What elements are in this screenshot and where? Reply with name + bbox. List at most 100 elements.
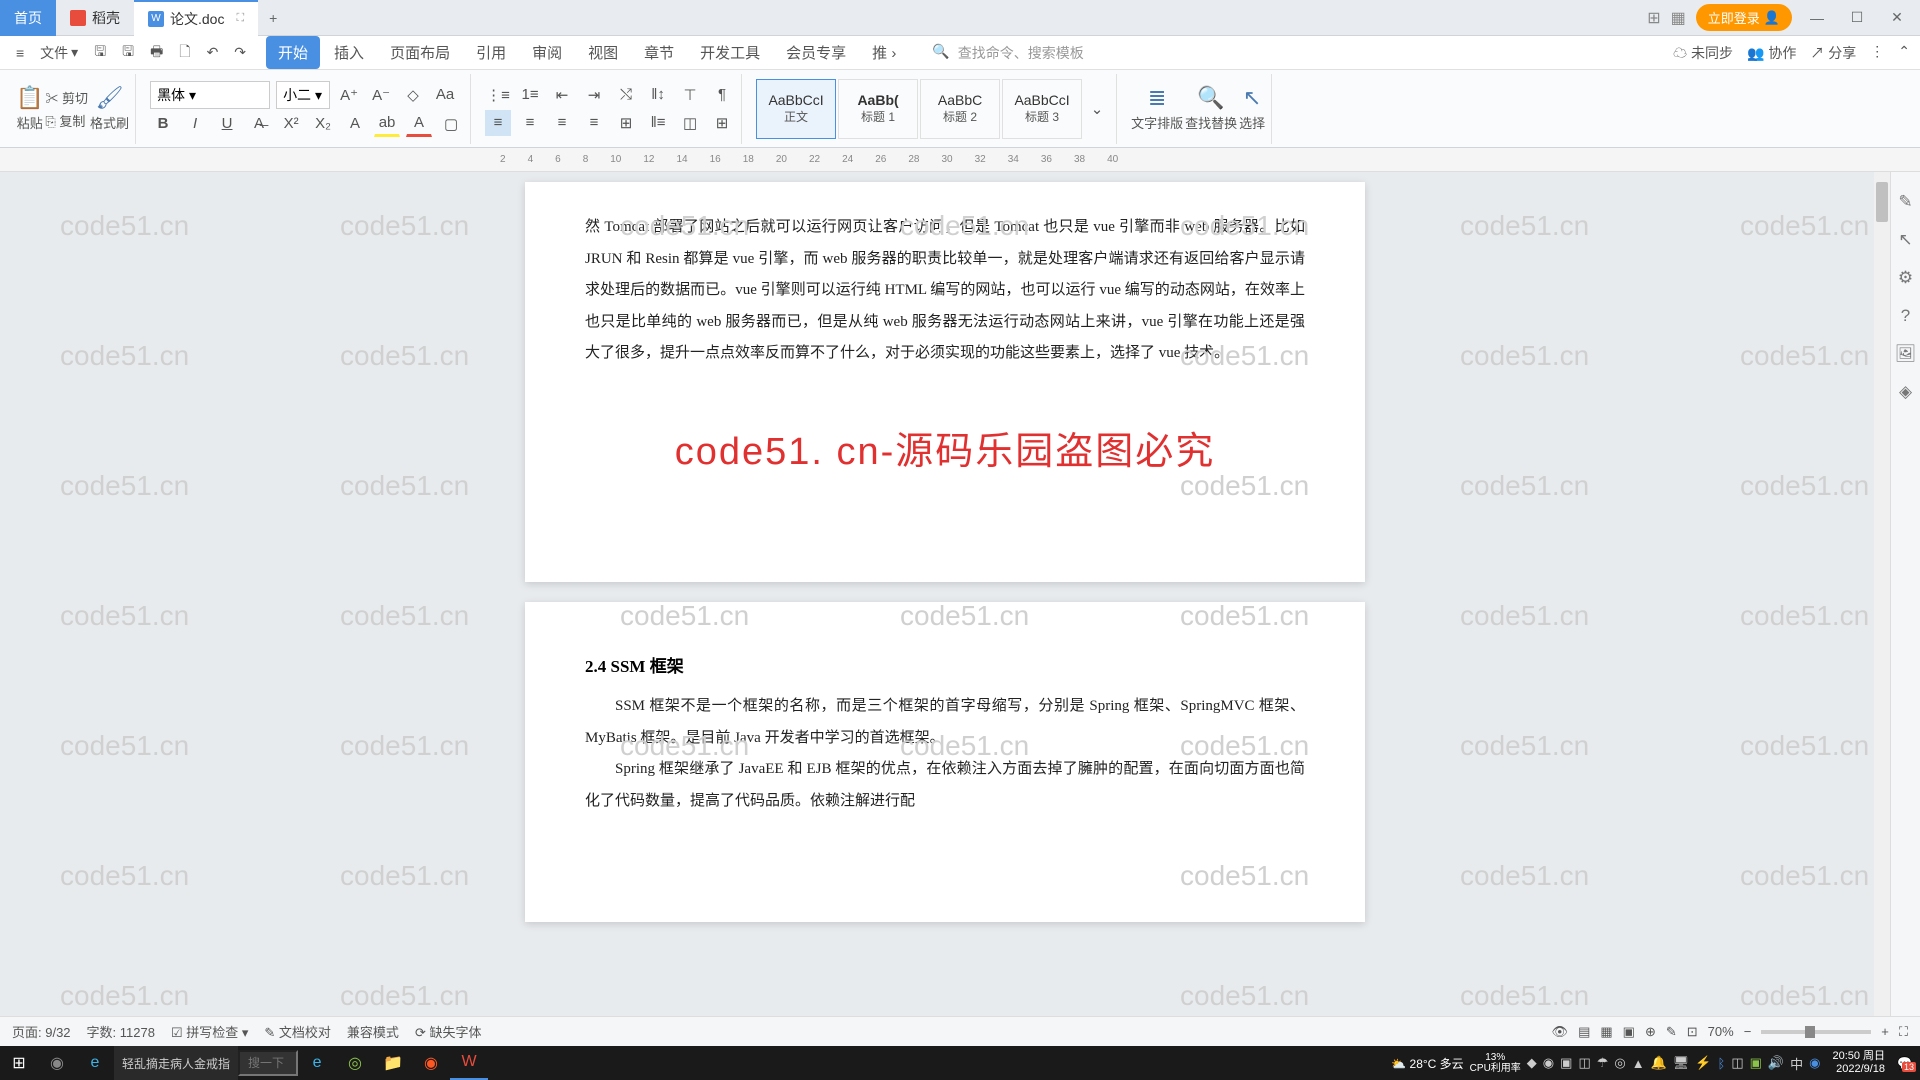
ruler[interactable]: 246810121416182022242628303234363840 bbox=[0, 148, 1920, 172]
font-size-select[interactable]: 小二 ▾ bbox=[276, 81, 330, 109]
outline-view-icon[interactable]: ⊕ bbox=[1645, 1024, 1656, 1040]
paste-button[interactable]: 📋粘贴 bbox=[16, 85, 43, 132]
taskbar-clock[interactable]: 20:50 周日2022/9/18 bbox=[1826, 1050, 1891, 1076]
redo-icon[interactable]: ↷ bbox=[228, 40, 252, 65]
command-search[interactable]: 🔍 查找命令、搜索模板 bbox=[932, 43, 1083, 63]
menu-chapter[interactable]: 章节 bbox=[632, 36, 686, 69]
change-case-icon[interactable]: Aa bbox=[432, 82, 458, 108]
format-painter-button[interactable]: 🖌格式刷 bbox=[90, 85, 129, 132]
numbering-icon[interactable]: 1≡ bbox=[517, 82, 543, 108]
fit-width-icon[interactable]: ⊡ bbox=[1687, 1024, 1698, 1040]
tab-home[interactable]: 首页 bbox=[0, 0, 56, 36]
tray-icon[interactable]: ▲ bbox=[1632, 1056, 1645, 1071]
distribute-icon[interactable]: ⊞ bbox=[613, 110, 639, 136]
pencil-icon[interactable]: ✎ bbox=[1898, 192, 1912, 212]
tray-icon[interactable]: ⚡ bbox=[1695, 1055, 1711, 1071]
increase-font-icon[interactable]: A⁺ bbox=[336, 82, 362, 108]
zoom-out-button[interactable]: − bbox=[1744, 1024, 1752, 1039]
tab-daoke[interactable]: 稻壳 bbox=[56, 0, 134, 36]
weather-widget[interactable]: ⛅ 28°C 多云 bbox=[1391, 1055, 1463, 1072]
ie-icon[interactable]: e bbox=[76, 1046, 114, 1080]
superscript-button[interactable]: X² bbox=[278, 111, 304, 137]
clear-format-icon[interactable]: ◇ bbox=[400, 82, 426, 108]
tray-icon[interactable]: 🔔 bbox=[1651, 1055, 1667, 1071]
tray-icon[interactable]: 🖥 bbox=[1673, 1055, 1690, 1071]
more-icon[interactable]: ⋮ bbox=[1870, 43, 1884, 63]
decrease-font-icon[interactable]: A⁻ bbox=[368, 82, 394, 108]
show-marks-icon[interactable]: ¶ bbox=[709, 82, 735, 108]
line-height-icon[interactable]: ‖≡ bbox=[645, 110, 671, 136]
style-normal[interactable]: AaBbCcI正文 bbox=[756, 79, 836, 139]
document-area[interactable]: 然 Tomcat 部署了网站之后就可以运行网页让客户访问，但是 Tomcat 也… bbox=[0, 172, 1890, 1040]
share-button[interactable]: ↗ 分享 bbox=[1810, 43, 1856, 63]
save-as-icon[interactable]: 🖫 bbox=[116, 37, 140, 69]
tray-icon[interactable]: ◉ bbox=[1543, 1055, 1554, 1071]
taskbar-search[interactable] bbox=[238, 1050, 298, 1076]
draft-view-icon[interactable]: ✎ bbox=[1666, 1024, 1677, 1040]
help-icon[interactable]: ? bbox=[1901, 306, 1910, 326]
zoom-level[interactable]: 70% bbox=[1708, 1024, 1734, 1039]
proofread-button[interactable]: ✎ 文档校对 bbox=[264, 1022, 331, 1041]
find-replace-button[interactable]: 🔍查找替换 bbox=[1185, 85, 1237, 132]
page-view-icon[interactable]: ▦ bbox=[1600, 1024, 1612, 1040]
cursor-icon[interactable]: ↖ bbox=[1898, 230, 1912, 250]
fullscreen-icon[interactable]: ⛶ bbox=[1899, 1024, 1908, 1040]
read-view-icon[interactable]: ▤ bbox=[1578, 1024, 1590, 1040]
tray-icon[interactable]: ◆ bbox=[1527, 1055, 1537, 1071]
line-spacing-icon[interactable]: ‖↕ bbox=[645, 82, 671, 108]
zoom-slider[interactable] bbox=[1761, 1030, 1871, 1034]
sync-button[interactable]: ☁ 未同步 bbox=[1673, 43, 1733, 63]
align-left-icon[interactable]: ≡ bbox=[485, 110, 511, 136]
menu-member[interactable]: 会员专享 bbox=[774, 36, 858, 69]
heading-2-4[interactable]: 2.4 SSM 框架 bbox=[585, 652, 1305, 677]
char-border-button[interactable]: ▢ bbox=[438, 111, 464, 137]
tray-icon[interactable]: ☂ bbox=[1597, 1055, 1609, 1071]
subscript-button[interactable]: X₂ bbox=[310, 111, 336, 137]
zoom-in-button[interactable]: + bbox=[1881, 1024, 1889, 1039]
scrollbar[interactable] bbox=[1874, 172, 1890, 1040]
paragraph[interactable]: 然 Tomcat 部署了网站之后就可以运行网页让客户访问，但是 Tomcat 也… bbox=[585, 212, 1305, 370]
web-view-icon[interactable]: ▣ bbox=[1623, 1024, 1635, 1040]
new-tab-button[interactable]: + bbox=[258, 3, 288, 33]
styles-more-icon[interactable]: ⌄ bbox=[1084, 96, 1110, 122]
style-h1[interactable]: AaBb(标题 1 bbox=[838, 79, 918, 139]
select-button[interactable]: ↖选择 bbox=[1239, 85, 1265, 132]
start-button[interactable]: ⊞ bbox=[0, 1046, 38, 1080]
word-count[interactable]: 字数: 11278 bbox=[87, 1022, 155, 1041]
menu-start[interactable]: 开始 bbox=[266, 36, 320, 69]
tray-icon[interactable]: ◫ bbox=[1578, 1055, 1590, 1071]
underline-button[interactable]: U bbox=[214, 111, 240, 137]
page-indicator[interactable]: 页面: 9/32 bbox=[12, 1022, 71, 1041]
grid-icon[interactable]: ▦ bbox=[1671, 8, 1686, 28]
login-button[interactable]: 立即登录👤 bbox=[1696, 4, 1792, 31]
volume-icon[interactable]: 🔊 bbox=[1768, 1055, 1784, 1071]
print-icon[interactable]: 🖶 bbox=[144, 37, 169, 69]
align-right-icon[interactable]: ≡ bbox=[549, 110, 575, 136]
tray-icon[interactable]: ▣ bbox=[1750, 1055, 1762, 1071]
text-layout-button[interactable]: ≣文字排版 bbox=[1131, 85, 1183, 132]
maximize-button[interactable]: ☐ bbox=[1842, 3, 1872, 33]
menu-layout[interactable]: 页面布局 bbox=[378, 36, 462, 69]
align-justify-icon[interactable]: ≡ bbox=[581, 110, 607, 136]
task-wps[interactable]: W bbox=[450, 1046, 488, 1080]
border-icon[interactable]: ⊞ bbox=[709, 110, 735, 136]
task-ie[interactable]: e bbox=[298, 1046, 336, 1080]
tray-icon[interactable]: ◫ bbox=[1731, 1055, 1743, 1071]
file-menu[interactable]: 文件 ▾ bbox=[34, 39, 84, 67]
ie-window-text[interactable]: 轻乱摘走病人金戒指 bbox=[114, 1046, 238, 1080]
align-center-icon[interactable]: ≡ bbox=[517, 110, 543, 136]
scroll-thumb[interactable] bbox=[1876, 182, 1888, 222]
print-preview-icon[interactable]: 🗋 bbox=[173, 37, 196, 69]
diamond-icon[interactable]: ◈ bbox=[1899, 382, 1912, 402]
menu-more[interactable]: 推 › bbox=[860, 36, 908, 69]
missing-fonts[interactable]: ⟳ 缺失字体 bbox=[415, 1022, 482, 1041]
menu-devtools[interactable]: 开发工具 bbox=[688, 36, 772, 69]
menu-reference[interactable]: 引用 bbox=[464, 36, 518, 69]
paragraph[interactable]: Spring 框架继承了 JavaEE 和 EJB 框架的优点，在依赖注入方面去… bbox=[585, 754, 1305, 817]
highlight-button[interactable]: ab bbox=[374, 111, 400, 137]
indent-right-icon[interactable]: ⇥ bbox=[581, 82, 607, 108]
menu-review[interactable]: 审阅 bbox=[520, 36, 574, 69]
undo-icon[interactable]: ↶ bbox=[201, 40, 225, 65]
text-effect-button[interactable]: A bbox=[342, 111, 368, 137]
tray-icon[interactable]: ▣ bbox=[1560, 1055, 1572, 1071]
